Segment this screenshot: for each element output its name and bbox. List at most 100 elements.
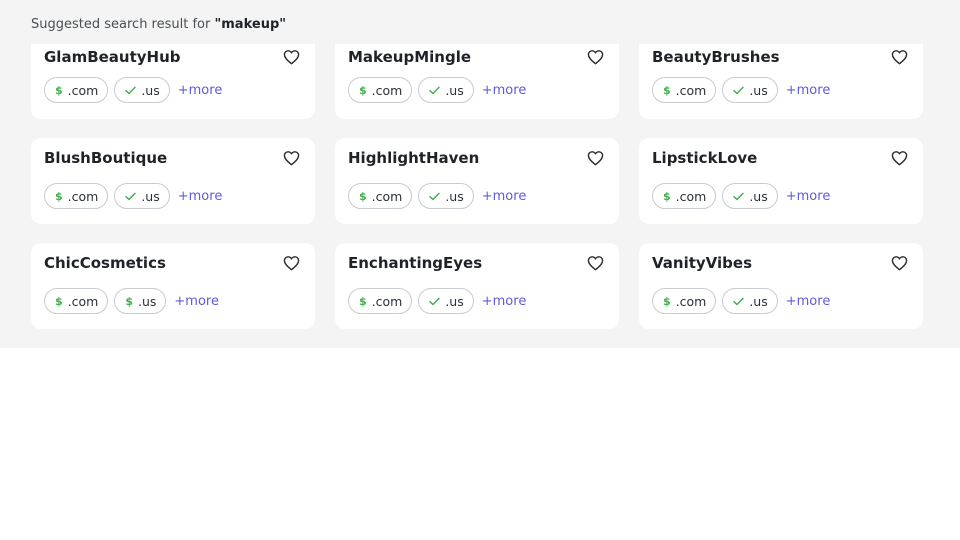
tld-chips: $ .com .us +more	[652, 77, 830, 103]
search-term: "makeup"	[214, 17, 287, 32]
result-card[interactable]: LipstickLove $ .com .us +more	[639, 138, 923, 224]
check-icon	[429, 83, 441, 98]
dollar-icon: $	[359, 83, 367, 97]
tld-label: .com	[371, 293, 403, 309]
result-card[interactable]: ChicCosmetics $ .com $ .us +more	[31, 243, 315, 329]
tld-chips: $ .com .us +more	[652, 288, 830, 314]
favorite-heart-icon[interactable]	[283, 255, 300, 271]
domain-name: ChicCosmetics	[44, 254, 166, 272]
favorite-heart-icon[interactable]	[587, 255, 604, 271]
tld-label: .com	[675, 188, 707, 204]
tld-chips: $ .com .us +more	[348, 183, 526, 209]
tld-label: .com	[371, 82, 403, 98]
check-icon	[429, 294, 441, 309]
check-icon	[429, 189, 441, 204]
results-panel: Suggested search result for "makeup" Gla…	[0, 0, 960, 348]
check-icon	[125, 83, 137, 98]
tld-label: .com	[67, 293, 99, 309]
favorite-heart-icon[interactable]	[283, 49, 300, 65]
tld-label: .us	[141, 82, 160, 98]
favorite-heart-icon[interactable]	[891, 255, 908, 271]
check-icon	[733, 83, 745, 98]
more-tlds-link[interactable]: +more	[482, 83, 527, 98]
tld-chips: $ .com .us +more	[348, 288, 526, 314]
tld-label: .com	[371, 188, 403, 204]
domain-name: BlushBoutique	[44, 149, 168, 167]
result-card[interactable]: GlamBeautyHub $ .com .us +more	[31, 44, 315, 119]
result-card[interactable]: EnchantingEyes $ .com .us +more	[335, 243, 619, 329]
tld-label: .com	[675, 82, 707, 98]
tld-label: .us	[445, 82, 464, 98]
check-icon	[733, 294, 745, 309]
more-tlds-link[interactable]: +more	[482, 189, 527, 204]
domain-name: HighlightHaven	[348, 149, 480, 167]
tld-label: .us	[141, 188, 160, 204]
more-tlds-link[interactable]: +more	[786, 83, 831, 98]
tld-chip-com[interactable]: $ .com	[44, 288, 109, 314]
tld-label: .us	[137, 293, 157, 309]
tld-chips: $ .com .us +more	[652, 183, 830, 209]
results-heading: Suggested search result for "makeup"	[31, 17, 286, 32]
tld-chip-us[interactable]: .us	[418, 288, 474, 314]
tld-label: .com	[675, 293, 707, 309]
tld-chip-us[interactable]: .us	[418, 77, 474, 103]
tld-label: .com	[67, 188, 99, 204]
dollar-icon: $	[663, 189, 671, 203]
tld-chip-com[interactable]: $ .com	[44, 77, 109, 103]
dollar-icon: $	[663, 83, 671, 97]
result-card[interactable]: VanityVibes $ .com .us +more	[639, 243, 923, 329]
result-card[interactable]: HighlightHaven $ .com .us +more	[335, 138, 619, 224]
check-icon	[733, 189, 745, 204]
tld-chip-us[interactable]: .us	[722, 288, 778, 314]
tld-chip-com[interactable]: $ .com	[652, 77, 717, 103]
dollar-icon: $	[55, 294, 63, 308]
dollar-icon: $	[663, 294, 671, 308]
tld-label: .us	[445, 188, 464, 204]
dollar-icon: $	[359, 189, 367, 203]
tld-chips: $ .com .us +more	[44, 183, 222, 209]
more-tlds-link[interactable]: +more	[178, 83, 223, 98]
heading-prefix: Suggested search result for	[31, 17, 215, 32]
tld-chip-com[interactable]: $ .com	[348, 183, 413, 209]
tld-chip-us[interactable]: .us	[722, 77, 778, 103]
favorite-heart-icon[interactable]	[891, 49, 908, 65]
more-tlds-link[interactable]: +more	[482, 294, 527, 309]
tld-chips: $ .com .us +more	[348, 77, 526, 103]
more-tlds-link[interactable]: +more	[178, 189, 223, 204]
favorite-heart-icon[interactable]	[891, 150, 908, 166]
result-card[interactable]: MakeupMingle $ .com .us +more	[335, 44, 619, 119]
dollar-icon: $	[125, 294, 133, 308]
tld-chip-com[interactable]: $ .com	[652, 183, 717, 209]
tld-label: .us	[445, 293, 464, 309]
tld-chip-com[interactable]: $ .com	[44, 183, 109, 209]
more-tlds-link[interactable]: +more	[174, 294, 219, 309]
tld-chip-com[interactable]: $ .com	[348, 288, 413, 314]
result-card[interactable]: BeautyBrushes $ .com .us +more	[639, 44, 923, 119]
more-tlds-link[interactable]: +more	[786, 189, 831, 204]
tld-chip-com[interactable]: $ .com	[348, 77, 413, 103]
tld-chip-com[interactable]: $ .com	[652, 288, 717, 314]
tld-label: .us	[749, 82, 768, 98]
more-tlds-link[interactable]: +more	[786, 294, 831, 309]
domain-name: BeautyBrushes	[652, 48, 780, 66]
tld-chip-us[interactable]: .us	[114, 183, 170, 209]
favorite-heart-icon[interactable]	[283, 150, 300, 166]
tld-label: .us	[749, 293, 768, 309]
tld-chip-us[interactable]: .us	[114, 77, 170, 103]
tld-chip-us[interactable]: .us	[418, 183, 474, 209]
tld-chip-us[interactable]: $ .us	[114, 288, 167, 314]
tld-label: .com	[67, 82, 99, 98]
tld-chips: $ .com .us +more	[44, 77, 222, 103]
dollar-icon: $	[55, 83, 63, 97]
favorite-heart-icon[interactable]	[587, 150, 604, 166]
dollar-icon: $	[55, 189, 63, 203]
favorite-heart-icon[interactable]	[587, 49, 604, 65]
tld-label: .us	[749, 188, 768, 204]
domain-name: MakeupMingle	[348, 48, 472, 66]
domain-name: LipstickLove	[652, 149, 758, 167]
domain-name: GlamBeautyHub	[44, 48, 181, 66]
domain-name: VanityVibes	[652, 254, 753, 272]
result-card[interactable]: BlushBoutique $ .com .us +more	[31, 138, 315, 224]
tld-chip-us[interactable]: .us	[722, 183, 778, 209]
tld-chips: $ .com $ .us +more	[44, 288, 219, 314]
